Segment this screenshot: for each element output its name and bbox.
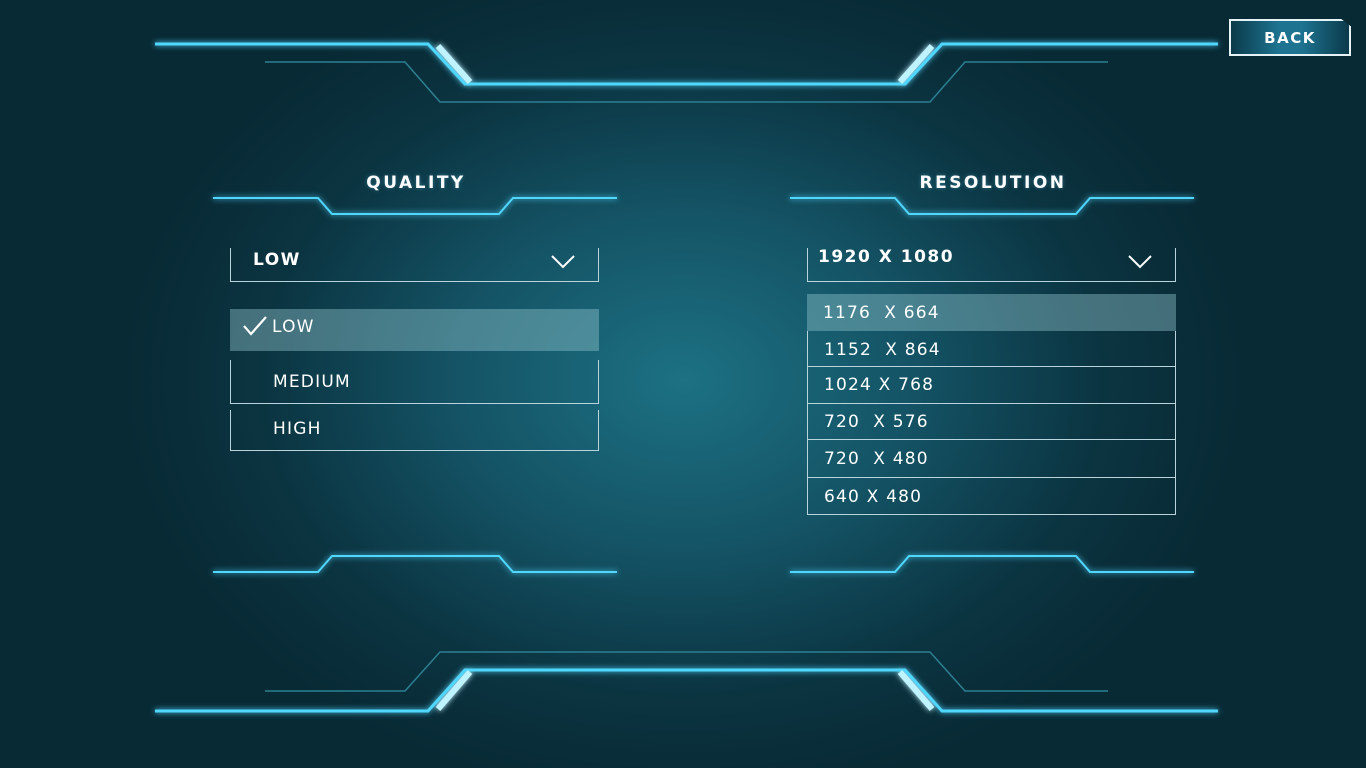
- quality-option-label: MEDIUM: [273, 372, 351, 392]
- back-button[interactable]: BACK: [1229, 19, 1351, 56]
- top-bracket-inner-line: [265, 61, 1108, 103]
- quality-dropdown-value: LOW: [253, 250, 301, 270]
- resolution-option-label: 640 X 480: [824, 487, 923, 507]
- top-bracket-line: [155, 42, 1218, 86]
- resolution-option[interactable]: 720 X 576: [807, 404, 1176, 440]
- resolution-bottom-bracket: [790, 555, 1194, 573]
- resolution-option[interactable]: 720 X 480: [807, 440, 1176, 478]
- quality-option-label: HIGH: [273, 419, 322, 439]
- quality-option-label: LOW: [272, 317, 315, 337]
- resolution-option-label: 720 X 576: [824, 412, 929, 432]
- quality-option-medium[interactable]: MEDIUM: [230, 360, 599, 404]
- resolution-dropdown[interactable]: 1920 X 1080: [807, 247, 1176, 282]
- resolution-option[interactable]: 1024 X 768: [807, 367, 1176, 404]
- quality-bottom-bracket: [213, 555, 617, 573]
- quality-top-bracket: [213, 197, 617, 215]
- quality-option-low[interactable]: LOW: [230, 309, 599, 351]
- quality-dropdown[interactable]: LOW: [230, 248, 599, 282]
- resolution-option-label: 1176 X 664: [823, 303, 940, 323]
- resolution-option[interactable]: 640 X 480: [807, 478, 1176, 515]
- resolution-top-bracket: [790, 197, 1194, 215]
- bottom-bracket-line: [155, 668, 1218, 713]
- quality-option-high[interactable]: HIGH: [230, 410, 599, 451]
- resolution-option-label: 1152 X 864: [824, 340, 941, 360]
- resolution-option[interactable]: 1176 X 664: [807, 294, 1176, 331]
- quality-title: QUALITY: [366, 173, 466, 193]
- chevron-down-icon: [1128, 255, 1152, 269]
- chevron-down-icon: [551, 255, 575, 269]
- resolution-option-label: 720 X 480: [824, 449, 929, 469]
- resolution-dropdown-value: 1920 X 1080: [818, 247, 955, 267]
- bottom-bracket-inner-line: [265, 651, 1108, 692]
- resolution-option[interactable]: 1152 X 864: [807, 331, 1176, 367]
- checkmark-icon: [243, 316, 267, 336]
- resolution-option-label: 1024 X 768: [824, 375, 935, 395]
- resolution-title: RESOLUTION: [919, 173, 1067, 193]
